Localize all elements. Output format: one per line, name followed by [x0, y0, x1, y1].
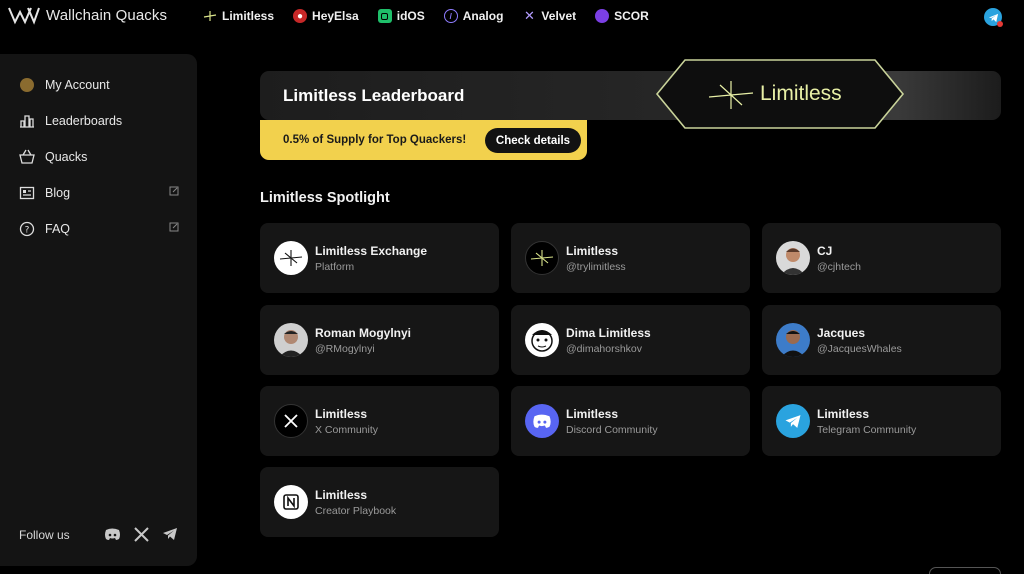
- sidebar-item-leaderboards[interactable]: Leaderboards: [19, 113, 179, 129]
- card-subtitle: Discord Community: [566, 424, 658, 436]
- check-details-button[interactable]: Check details: [485, 128, 581, 153]
- velvet-icon: ✕: [523, 8, 535, 23]
- spotlight-card[interactable]: Limitless Creator Playbook: [260, 467, 499, 537]
- spotlight-title: Limitless Spotlight: [260, 190, 390, 206]
- limitless-star-icon: [708, 81, 754, 109]
- spotlight-card[interactable]: Limitless X Community: [260, 386, 499, 456]
- limitless-star-icon: [274, 241, 308, 275]
- partner-tab-velvet[interactable]: ✕ Velvet: [522, 8, 577, 23]
- external-link-icon: [169, 186, 179, 196]
- spotlight-card[interactable]: Limitless Telegram Community: [762, 386, 1001, 456]
- x-icon[interactable]: [132, 525, 150, 543]
- partner-tab-limitless[interactable]: Limitless: [203, 9, 274, 23]
- follow-us-label: Follow us: [19, 528, 70, 542]
- profile-photo: [776, 323, 810, 357]
- profile-photo: [274, 323, 308, 357]
- partner-label: HeyElsa: [312, 9, 359, 23]
- limitless-star-icon: [203, 11, 217, 21]
- spotlight-card[interactable]: Limitless Discord Community: [511, 386, 750, 456]
- sidebar-item-blog[interactable]: Blog: [19, 185, 179, 201]
- sidebar-item-quacks[interactable]: Quacks: [19, 149, 179, 165]
- wallchain-logo-icon: [8, 7, 40, 25]
- card-name: Limitless: [566, 407, 619, 421]
- news-icon: [19, 186, 35, 200]
- scor-icon: [595, 9, 610, 23]
- spotlight-card[interactable]: Limitless @trylimitless: [511, 223, 750, 293]
- card-name: Roman Mogylnyi: [315, 326, 412, 340]
- card-name: Limitless: [315, 488, 368, 502]
- card-subtitle: Creator Playbook: [315, 505, 397, 517]
- partner-tab-heyelsa[interactable]: ● HeyElsa: [293, 9, 359, 23]
- partner-label: Limitless: [222, 9, 275, 23]
- top-bar: Wallchain Quacks Limitless ● HeyElsa idO…: [0, 0, 1024, 34]
- card-name: Limitless: [566, 244, 619, 258]
- external-link-icon: [169, 222, 179, 232]
- card-name: Dima Limitless: [566, 326, 651, 340]
- card-subtitle: @RMogylnyi: [315, 343, 375, 355]
- card-name: Jacques: [817, 326, 866, 340]
- card-subtitle: @cjhtech: [817, 261, 861, 273]
- sidebar-item-my-account[interactable]: My Account: [19, 77, 179, 93]
- card-name: CJ: [817, 244, 833, 258]
- card-name: Limitless Exchange: [315, 244, 428, 258]
- user-avatar-icon: [19, 77, 35, 93]
- card-subtitle: Platform: [315, 261, 355, 273]
- cartoon-avatar: [525, 323, 559, 357]
- brand-name: Wallchain Quacks: [46, 6, 168, 24]
- idos-icon: [377, 9, 392, 23]
- svg-text:?: ?: [25, 226, 30, 236]
- sidebar-item-label: FAQ: [45, 222, 71, 236]
- spotlight-card[interactable]: CJ @cjhtech: [762, 223, 1001, 293]
- discord-icon: [525, 404, 559, 438]
- promo-banner: 0.5% of Supply for Top Quackers! Check d…: [260, 120, 587, 160]
- question-icon: ?: [19, 221, 35, 237]
- discord-icon[interactable]: [103, 525, 121, 543]
- limitless-star-icon: [525, 241, 559, 275]
- promo-text: 0.5% of Supply for Top Quackers!: [283, 134, 467, 146]
- notification-dot: [997, 21, 1003, 27]
- spotlight-card[interactable]: Roman Mogylnyi @RMogylnyi: [260, 305, 499, 375]
- profile-photo: [776, 241, 810, 275]
- partner-label: SCOR: [614, 9, 649, 23]
- sidebar-item-label: Blog: [45, 186, 71, 200]
- sidebar: My Account Leaderboards Quacks Blog ? FA…: [0, 54, 197, 566]
- partner-tab-analog[interactable]: / Analog: [443, 9, 504, 23]
- analog-icon: /: [443, 9, 458, 23]
- card-name: Limitless: [315, 407, 368, 421]
- partner-label: Analog: [462, 9, 504, 23]
- x-icon: [274, 404, 308, 438]
- partner-tabs: Limitless ● HeyElsa idOS / Analog ✕ Velv…: [203, 8, 649, 23]
- partner-label: idOS: [396, 9, 425, 23]
- card-subtitle: Telegram Community: [817, 424, 917, 436]
- page-title: Limitless Leaderboard: [283, 86, 465, 105]
- sidebar-item-faq[interactable]: ? FAQ: [19, 221, 179, 237]
- bottom-button-peek[interactable]: [929, 567, 1001, 574]
- card-subtitle: @JacquesWhales: [817, 343, 902, 355]
- sidebar-item-label: Leaderboards: [45, 114, 123, 128]
- sidebar-item-label: My Account: [45, 78, 110, 92]
- partner-tab-scor[interactable]: SCOR: [595, 9, 649, 23]
- telegram-icon[interactable]: [161, 525, 179, 543]
- card-name: Limitless: [817, 407, 870, 421]
- notion-icon: [274, 485, 308, 519]
- heyelsa-icon: ●: [293, 9, 308, 23]
- partner-label: Velvet: [541, 9, 577, 23]
- card-subtitle: @trylimitless: [566, 261, 626, 273]
- spotlight-card[interactable]: Dima Limitless @dimahorshkov: [511, 305, 750, 375]
- telegram-icon: [776, 404, 810, 438]
- social-links: [103, 525, 179, 543]
- brand[interactable]: Wallchain Quacks: [8, 5, 167, 25]
- sidebar-item-label: Quacks: [45, 150, 88, 164]
- limitless-badge-label: Limitless: [760, 82, 842, 105]
- card-subtitle: X Community: [315, 424, 379, 436]
- spotlight-card[interactable]: Limitless Exchange Platform: [260, 223, 499, 293]
- basket-icon: [19, 149, 35, 164]
- bar-chart-icon: [20, 115, 34, 128]
- partner-tab-idos[interactable]: idOS: [377, 9, 425, 23]
- spotlight-card[interactable]: Jacques @JacquesWhales: [762, 305, 1001, 375]
- card-subtitle: @dimahorshkov: [566, 343, 643, 355]
